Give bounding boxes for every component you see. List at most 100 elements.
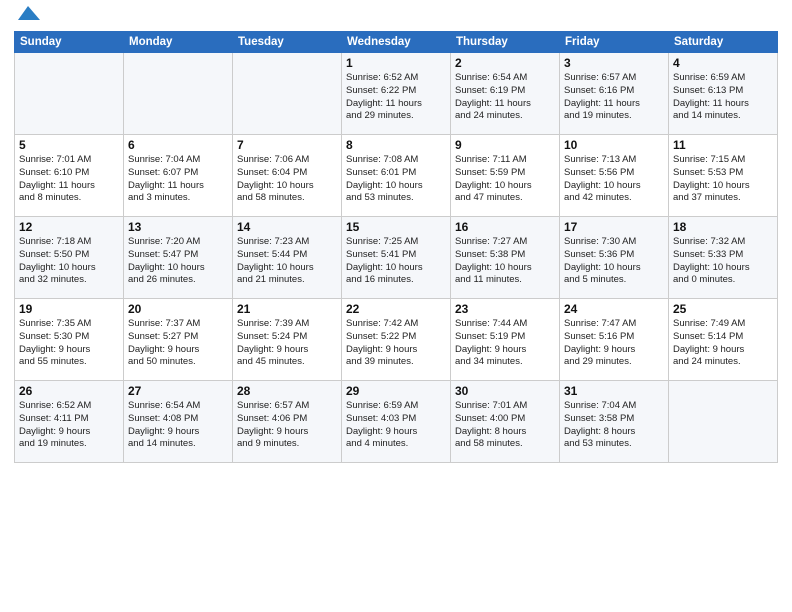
- col-thursday: Thursday: [451, 32, 560, 53]
- calendar-cell: 6 Sunrise: 7:04 AM Sunset: 6:07 PM Daylig…: [124, 135, 233, 217]
- calendar-week-row: 5 Sunrise: 7:01 AM Sunset: 6:10 PM Daylig…: [15, 135, 778, 217]
- day-number: 18: [673, 220, 773, 234]
- day-info: Sunrise: 7:37 AM Sunset: 5:27 PM Dayligh…: [128, 318, 228, 369]
- day-info: Sunrise: 7:23 AM Sunset: 5:44 PM Dayligh…: [237, 236, 337, 287]
- calendar-cell: 24 Sunrise: 7:47 AM Sunset: 5:16 PM Dayli…: [560, 299, 669, 381]
- day-info: Sunrise: 7:04 AM Sunset: 6:07 PM Dayligh…: [128, 154, 228, 205]
- day-info: Sunrise: 7:47 AM Sunset: 5:16 PM Dayligh…: [564, 318, 664, 369]
- calendar-cell: 15 Sunrise: 7:25 AM Sunset: 5:41 PM Dayli…: [342, 217, 451, 299]
- calendar-cell: 10 Sunrise: 7:13 AM Sunset: 5:56 PM Dayli…: [560, 135, 669, 217]
- day-number: 20: [128, 302, 228, 316]
- page: Sunday Monday Tuesday Wednesday Thursday…: [0, 0, 792, 612]
- calendar-cell: 9 Sunrise: 7:11 AM Sunset: 5:59 PM Daylig…: [451, 135, 560, 217]
- day-number: 19: [19, 302, 119, 316]
- logo-icon: [18, 6, 40, 20]
- day-number: 12: [19, 220, 119, 234]
- calendar-cell: 3 Sunrise: 6:57 AM Sunset: 6:16 PM Daylig…: [560, 53, 669, 135]
- day-info: Sunrise: 6:57 AM Sunset: 6:16 PM Dayligh…: [564, 72, 664, 123]
- day-number: 9: [455, 138, 555, 152]
- day-info: Sunrise: 7:39 AM Sunset: 5:24 PM Dayligh…: [237, 318, 337, 369]
- day-number: 4: [673, 56, 773, 70]
- day-info: Sunrise: 7:11 AM Sunset: 5:59 PM Dayligh…: [455, 154, 555, 205]
- day-info: Sunrise: 7:49 AM Sunset: 5:14 PM Dayligh…: [673, 318, 773, 369]
- calendar-cell: 23 Sunrise: 7:44 AM Sunset: 5:19 PM Dayli…: [451, 299, 560, 381]
- calendar-cell: 28 Sunrise: 6:57 AM Sunset: 4:06 PM Dayli…: [233, 381, 342, 463]
- day-info: Sunrise: 6:57 AM Sunset: 4:06 PM Dayligh…: [237, 400, 337, 451]
- calendar-cell: 8 Sunrise: 7:08 AM Sunset: 6:01 PM Daylig…: [342, 135, 451, 217]
- calendar-cell: 2 Sunrise: 6:54 AM Sunset: 6:19 PM Daylig…: [451, 53, 560, 135]
- day-number: 10: [564, 138, 664, 152]
- calendar-cell: 7Sunrise: 7:06 AM Sunset: 6:04 PM Daylig…: [233, 135, 342, 217]
- calendar-cell: 12 Sunrise: 7:18 AM Sunset: 5:50 PM Dayli…: [15, 217, 124, 299]
- day-number: 22: [346, 302, 446, 316]
- day-info: Sunrise: 7:01 AM Sunset: 4:00 PM Dayligh…: [455, 400, 555, 451]
- day-number: 1: [346, 56, 446, 70]
- day-info: Sunrise: 6:52 AM Sunset: 6:22 PM Dayligh…: [346, 72, 446, 123]
- day-info: Sunrise: 7:18 AM Sunset: 5:50 PM Dayligh…: [19, 236, 119, 287]
- day-info: Sunrise: 7:13 AM Sunset: 5:56 PM Dayligh…: [564, 154, 664, 205]
- calendar-cell: 27 Sunrise: 6:54 AM Sunset: 4:08 PM Dayli…: [124, 381, 233, 463]
- day-number: 28: [237, 384, 337, 398]
- day-number: 7: [237, 138, 337, 152]
- day-number: 27: [128, 384, 228, 398]
- day-number: 15: [346, 220, 446, 234]
- col-wednesday: Wednesday: [342, 32, 451, 53]
- calendar-cell: 21 Sunrise: 7:39 AM Sunset: 5:24 PM Dayli…: [233, 299, 342, 381]
- calendar-cell: [124, 53, 233, 135]
- day-number: 5: [19, 138, 119, 152]
- day-info: Sunrise: 6:59 AM Sunset: 6:13 PM Dayligh…: [673, 72, 773, 123]
- calendar-cell: 18Sunrise: 7:32 AM Sunset: 5:33 PM Dayli…: [669, 217, 778, 299]
- day-number: 3: [564, 56, 664, 70]
- calendar-cell: 11 Sunrise: 7:15 AM Sunset: 5:53 PM Dayli…: [669, 135, 778, 217]
- day-number: 30: [455, 384, 555, 398]
- day-number: 21: [237, 302, 337, 316]
- day-info: Sunrise: 6:54 AM Sunset: 6:19 PM Dayligh…: [455, 72, 555, 123]
- calendar-cell: [15, 53, 124, 135]
- calendar-cell: 20 Sunrise: 7:37 AM Sunset: 5:27 PM Dayli…: [124, 299, 233, 381]
- calendar-cell: [233, 53, 342, 135]
- day-info: Sunrise: 7:08 AM Sunset: 6:01 PM Dayligh…: [346, 154, 446, 205]
- calendar-cell: 1 Sunrise: 6:52 AM Sunset: 6:22 PM Daylig…: [342, 53, 451, 135]
- calendar: Sunday Monday Tuesday Wednesday Thursday…: [14, 31, 778, 463]
- day-info: Sunrise: 7:30 AM Sunset: 5:36 PM Dayligh…: [564, 236, 664, 287]
- day-number: 13: [128, 220, 228, 234]
- day-number: 29: [346, 384, 446, 398]
- col-tuesday: Tuesday: [233, 32, 342, 53]
- calendar-cell: 29 Sunrise: 6:59 AM Sunset: 4:03 PM Dayli…: [342, 381, 451, 463]
- day-info: Sunrise: 7:04 AM Sunset: 3:58 PM Dayligh…: [564, 400, 664, 451]
- header: [14, 10, 778, 25]
- day-info: Sunrise: 7:15 AM Sunset: 5:53 PM Dayligh…: [673, 154, 773, 205]
- calendar-cell: 17 Sunrise: 7:30 AM Sunset: 5:36 PM Dayli…: [560, 217, 669, 299]
- calendar-week-row: 1 Sunrise: 6:52 AM Sunset: 6:22 PM Daylig…: [15, 53, 778, 135]
- day-number: 16: [455, 220, 555, 234]
- calendar-cell: 19Sunrise: 7:35 AM Sunset: 5:30 PM Dayli…: [15, 299, 124, 381]
- day-number: 2: [455, 56, 555, 70]
- day-number: 14: [237, 220, 337, 234]
- col-monday: Monday: [124, 32, 233, 53]
- day-info: Sunrise: 6:59 AM Sunset: 4:03 PM Dayligh…: [346, 400, 446, 451]
- calendar-cell: 5 Sunrise: 7:01 AM Sunset: 6:10 PM Daylig…: [15, 135, 124, 217]
- calendar-week-row: 19Sunrise: 7:35 AM Sunset: 5:30 PM Dayli…: [15, 299, 778, 381]
- day-number: 23: [455, 302, 555, 316]
- day-info: Sunrise: 7:44 AM Sunset: 5:19 PM Dayligh…: [455, 318, 555, 369]
- day-number: 6: [128, 138, 228, 152]
- col-friday: Friday: [560, 32, 669, 53]
- day-number: 8: [346, 138, 446, 152]
- calendar-cell: 13Sunrise: 7:20 AM Sunset: 5:47 PM Dayli…: [124, 217, 233, 299]
- calendar-header-row: Sunday Monday Tuesday Wednesday Thursday…: [15, 32, 778, 53]
- day-info: Sunrise: 6:52 AM Sunset: 4:11 PM Dayligh…: [19, 400, 119, 451]
- day-number: 31: [564, 384, 664, 398]
- day-number: 11: [673, 138, 773, 152]
- day-number: 17: [564, 220, 664, 234]
- calendar-cell: 22 Sunrise: 7:42 AM Sunset: 5:22 PM Dayli…: [342, 299, 451, 381]
- day-info: Sunrise: 6:54 AM Sunset: 4:08 PM Dayligh…: [128, 400, 228, 451]
- calendar-cell: 31 Sunrise: 7:04 AM Sunset: 3:58 PM Dayli…: [560, 381, 669, 463]
- day-info: Sunrise: 7:01 AM Sunset: 6:10 PM Dayligh…: [19, 154, 119, 205]
- calendar-week-row: 12 Sunrise: 7:18 AM Sunset: 5:50 PM Dayli…: [15, 217, 778, 299]
- day-info: Sunrise: 7:25 AM Sunset: 5:41 PM Dayligh…: [346, 236, 446, 287]
- day-number: 26: [19, 384, 119, 398]
- calendar-cell: 16Sunrise: 7:27 AM Sunset: 5:38 PM Dayli…: [451, 217, 560, 299]
- day-number: 24: [564, 302, 664, 316]
- calendar-cell: 26 Sunrise: 6:52 AM Sunset: 4:11 PM Dayli…: [15, 381, 124, 463]
- day-info: Sunrise: 7:42 AM Sunset: 5:22 PM Dayligh…: [346, 318, 446, 369]
